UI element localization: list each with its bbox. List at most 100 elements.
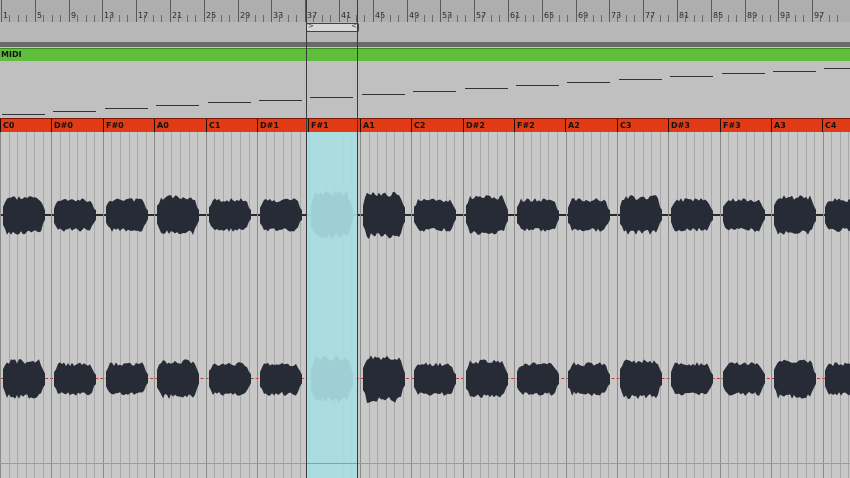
- waveform-right-channel: [466, 359, 508, 398]
- ruler-subtick: [18, 15, 19, 22]
- bottom-divider: [0, 463, 850, 464]
- grid-line: [848, 132, 849, 478]
- ruler-subtick: [381, 15, 382, 22]
- audio-waveform-area[interactable]: [0, 132, 850, 478]
- grid-line: [780, 132, 781, 478]
- ruler-subtick: [499, 15, 500, 22]
- midi-note[interactable]: [773, 71, 816, 72]
- midi-note[interactable]: [310, 97, 353, 98]
- grid-line: [60, 132, 61, 478]
- ruler-subtick: [617, 15, 618, 22]
- ruler-tick: [778, 0, 779, 22]
- ruler-subtick: [9, 15, 10, 22]
- grid-line: [746, 132, 747, 478]
- ruler-subtick: [424, 15, 425, 22]
- grid-line: [643, 132, 644, 478]
- grid-line: [77, 132, 78, 478]
- grid-line: [737, 132, 738, 478]
- waveform-right-channel: [260, 362, 302, 396]
- ruler-tick: [407, 0, 408, 22]
- ruler-bar-number: 5: [37, 11, 43, 20]
- ruler-subtick: [626, 15, 627, 22]
- ruler-subtick: [702, 15, 703, 22]
- waveform-left-channel: [209, 198, 251, 232]
- ruler-tick: [35, 0, 36, 22]
- waveform-left-channel: [774, 195, 816, 235]
- waveform-right-channel: [414, 362, 456, 396]
- grid-line: [146, 132, 147, 478]
- selection-start-marker[interactable]: [306, 0, 307, 478]
- sample-name-label: C1: [209, 121, 221, 130]
- ruler-tick: [745, 0, 746, 22]
- grid-line: [788, 132, 789, 478]
- grid-line: [797, 132, 798, 478]
- midi-note[interactable]: [619, 79, 662, 80]
- grid-line: [771, 132, 772, 478]
- midi-note[interactable]: [259, 100, 302, 101]
- grid-line: [531, 132, 532, 478]
- loop-start-arrow-icon[interactable]: >: [308, 22, 314, 30]
- sample-name-segment: D#3: [668, 119, 720, 132]
- ruler-bar-number: 9: [71, 11, 77, 20]
- ruler-subtick: [525, 15, 526, 22]
- ruler-subtick: [94, 15, 95, 22]
- grid-line: [840, 132, 841, 478]
- midi-note[interactable]: [670, 76, 713, 77]
- midi-note[interactable]: [208, 102, 251, 103]
- ruler-subtick: [26, 15, 27, 22]
- ruler-tick: [508, 0, 509, 22]
- ruler-subtick: [550, 15, 551, 22]
- sample-name-label: F#3: [723, 121, 741, 130]
- midi-note[interactable]: [722, 73, 765, 74]
- midi-note[interactable]: [105, 108, 148, 109]
- ruler-subtick: [601, 15, 602, 22]
- waveform-right-channel: [157, 359, 199, 399]
- ruler-tick: [339, 0, 340, 22]
- midi-note[interactable]: [567, 82, 610, 83]
- ruler-subtick: [465, 15, 466, 22]
- midi-note[interactable]: [516, 85, 559, 86]
- loop-brace[interactable]: > <: [306, 22, 359, 32]
- waveform-right-channel: [106, 362, 148, 396]
- ruler-subtick: [753, 15, 754, 22]
- waveform-right-channel: [723, 362, 765, 396]
- midi-note[interactable]: [362, 94, 405, 95]
- sample-name-segment: A1: [360, 119, 412, 132]
- grid-line: [831, 132, 832, 478]
- ruler-subtick: [43, 15, 44, 22]
- ruler-subtick: [567, 15, 568, 22]
- sample-name-label: D#3: [671, 121, 690, 130]
- clip-name: MIDI: [1, 50, 22, 59]
- waveform-left-channel: [671, 198, 713, 232]
- time-selection[interactable]: [306, 132, 357, 478]
- ruler-subtick: [187, 15, 188, 22]
- midi-note[interactable]: [465, 88, 508, 89]
- ruler-subtick: [364, 15, 365, 22]
- sample-name-label: C4: [825, 121, 837, 130]
- timeline-ruler[interactable]: 1591317212529333741454953576165697377818…: [0, 0, 850, 23]
- selection-end-marker[interactable]: [357, 0, 358, 478]
- midi-note[interactable]: [156, 105, 199, 106]
- grid-line: [206, 132, 207, 478]
- loop-strip[interactable]: [0, 22, 850, 42]
- grid-line: [566, 132, 567, 478]
- ruler-tick: [609, 0, 610, 22]
- waveform-right-channel: [620, 359, 662, 399]
- midi-note[interactable]: [53, 111, 96, 112]
- waveform-right-channel: [671, 362, 713, 396]
- waveform-right-channel: [825, 362, 850, 396]
- grid-line: [403, 132, 404, 478]
- ruler-subtick: [694, 15, 695, 22]
- ruler-subtick: [685, 15, 686, 22]
- clip-header[interactable]: MIDI: [0, 48, 850, 62]
- grid-line: [103, 132, 104, 478]
- midi-note-area[interactable]: [0, 61, 850, 118]
- midi-note[interactable]: [2, 114, 45, 115]
- grid-line: [51, 132, 52, 478]
- sample-name-label: A3: [774, 121, 786, 130]
- waveform-left-channel: [620, 195, 662, 235]
- midi-note[interactable]: [413, 91, 456, 92]
- waveform-left-channel: [260, 198, 302, 232]
- grid-line: [43, 132, 44, 478]
- midi-note[interactable]: [824, 68, 850, 69]
